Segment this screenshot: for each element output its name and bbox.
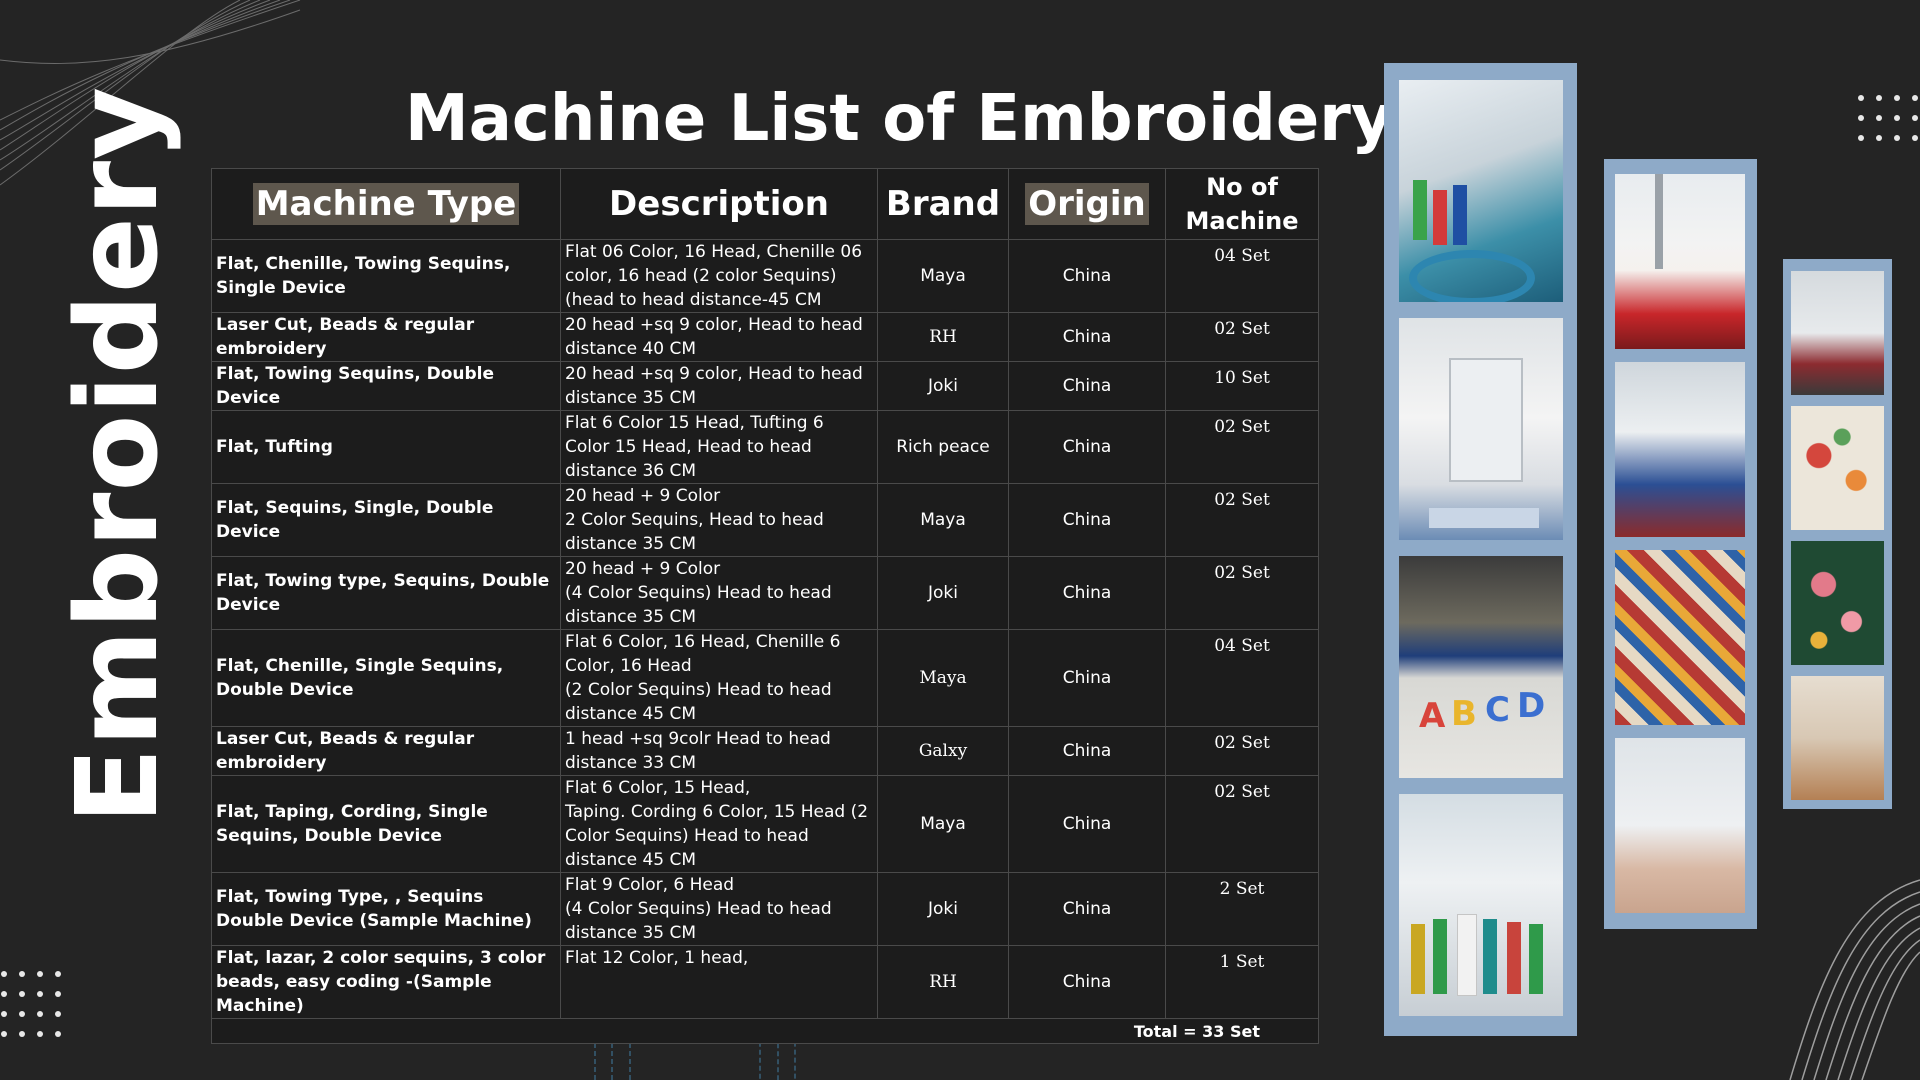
table-row: Laser Cut, Beads & regular embroidery 1 h… [211,726,1319,776]
colorful-pattern-fabric-photo [1615,550,1745,725]
table-row: Laser Cut, Beads & regular embroidery 20 … [211,312,1319,362]
cell-machine-count: 02 Set [1165,556,1319,630]
embroidery-machine-thread-photo [1399,80,1563,302]
cell-machine-count: 02 Set [1165,410,1319,484]
floral-embroidery-photo [1791,406,1884,530]
cell-origin: China [1008,726,1166,776]
cell-machine-type: Flat, Tufting [211,410,561,484]
cell-origin: China [1008,239,1166,313]
cell-brand: Galxy [877,726,1009,776]
header-brand: Brand [877,168,1009,240]
cell-machine-type: Laser Cut, Beads & regular embroidery [211,312,561,362]
cell-description: Flat 12 Color, 1 head, [560,945,878,1019]
machine-table: Machine Type Description Brand Origin No… [211,168,1319,1044]
white-embroidery-machine-photo [1399,318,1563,540]
abcd-embroidery-photo: A B C D [1399,556,1563,778]
table-total-row: Total = 33 Set [211,1018,1319,1044]
total-count: Total = 33 Set [211,1018,1319,1044]
arc-lines-bottom-right [1789,879,1920,1080]
header-origin: Origin [1008,168,1166,240]
factory-machines-row-photo [1791,271,1884,395]
cell-machine-count: 02 Set [1165,775,1319,873]
cell-description: Flat 06 Color, 16 Head, Chenille 06 colo… [560,239,878,313]
cell-machine-count: 2 Set [1165,872,1319,946]
red-pattern-embroidery-photo [1615,174,1745,349]
cell-machine-count: 02 Set [1165,726,1319,776]
header-machine-type: Machine Type [211,168,561,240]
cell-machine-type: Laser Cut, Beads & regular embroidery [211,726,561,776]
cell-description: Flat 6 Color, 15 Head, Taping. Cording 6… [560,775,878,873]
cell-machine-count: 10 Set [1165,361,1319,411]
cell-machine-count: 04 Set [1165,239,1319,313]
cell-machine-count: 1 Set [1165,945,1319,1019]
table-row: Flat, Taping, Cording, Single Sequins, D… [211,775,1319,873]
table-row: Flat, Towing Type, , Sequins Double Devi… [211,872,1319,946]
hoop-embroidery-photo [1791,676,1884,800]
cell-origin: China [1008,556,1166,630]
cell-machine-type: Flat, Towing type, Sequins, Double Devic… [211,556,561,630]
cell-machine-type: Flat, Chenille, Towing Sequins, Single D… [211,239,561,313]
cell-description: Flat 9 Color, 6 Head (4 Color Sequins) H… [560,872,878,946]
cell-brand: Joki [877,361,1009,411]
table-row: Flat, Sequins, Single, Double Device 20 h… [211,483,1319,557]
cell-machine-type: Flat, Chenille, Single Sequins, Double D… [211,629,561,727]
cell-origin: China [1008,775,1166,873]
cell-description: 20 head + 9 Color 2 Color Sequins, Head … [560,483,878,557]
cell-machine-type: Flat, Towing Sequins, Double Device [211,361,561,411]
table-row: Flat, Tufting Flat 6 Color 15 Head, Tufti… [211,410,1319,484]
dot-grid-bottom-left [1,971,61,1037]
cell-brand: Joki [877,556,1009,630]
table-row: Flat, Towing Sequins, Double Device 20 he… [211,361,1319,411]
cell-machine-type: Flat, Towing Type, , Sequins Double Devi… [211,872,561,946]
cell-brand: Maya [877,239,1009,313]
cell-machine-count: 04 Set [1165,629,1319,727]
header-no-of-machine: No of Machine [1165,168,1319,240]
table-row: Flat, Towing type, Sequins, Double Devic… [211,556,1319,630]
cell-origin: China [1008,872,1166,946]
thread-spools-machine-photo [1399,794,1563,1016]
cell-origin: China [1008,629,1166,727]
cell-description: 20 head +sq 9 color, Head to head distan… [560,361,878,411]
cell-brand: Maya [877,775,1009,873]
cell-description: Flat 6 Color 15 Head, Tufting 6 Color 15… [560,410,878,484]
cell-description: 20 head + 9 Color (4 Color Sequins) Head… [560,556,878,630]
machine-operator-photo [1615,362,1745,537]
cell-machine-type: Flat, Sequins, Single, Double Device [211,483,561,557]
cell-machine-count: 02 Set [1165,483,1319,557]
table-row: Flat, Chenille, Towing Sequins, Single D… [211,239,1319,313]
cell-brand: Maya [877,629,1009,727]
table-row: Flat, Chenille, Single Sequins, Double D… [211,629,1319,727]
cell-machine-type: Flat, lazar, 2 color sequins, 3 color be… [211,945,561,1019]
cell-brand: RH [877,945,1009,1019]
table-header-row: Machine Type Description Brand Origin No… [211,168,1319,240]
cell-origin: China [1008,312,1166,362]
table-row: Flat, lazar, 2 color sequins, 3 color be… [211,945,1319,1019]
cell-origin: China [1008,410,1166,484]
rose-embroidery-green-photo [1791,541,1884,665]
cell-brand: Rich peace [877,410,1009,484]
side-title: Embroidery [53,85,183,825]
cell-machine-type: Flat, Taping, Cording, Single Sequins, D… [211,775,561,873]
dot-grid-top-right [1858,95,1918,141]
cell-origin: China [1008,361,1166,411]
cell-origin: China [1008,483,1166,557]
page-title: Machine List of Embroidery [405,82,1393,156]
cell-description: 20 head +sq 9 color, Head to head distan… [560,312,878,362]
cell-brand: Joki [877,872,1009,946]
cell-brand: Maya [877,483,1009,557]
header-description: Description [560,168,878,240]
cell-brand: RH [877,312,1009,362]
sewing-machine-hands-photo [1615,738,1745,913]
cell-description: Flat 6 Color, 16 Head, Chenille 6 Color,… [560,629,878,727]
cell-machine-count: 02 Set [1165,312,1319,362]
cell-origin: China [1008,945,1166,1019]
cell-description: 1 head +sq 9colr Head to head distance 3… [560,726,878,776]
